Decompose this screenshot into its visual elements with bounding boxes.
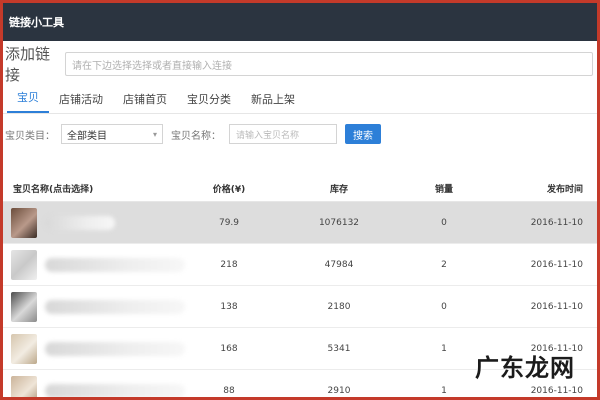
header-sales: 销量 bbox=[434, 184, 453, 195]
product-name-blurred bbox=[45, 257, 185, 272]
sales-cell: 1 bbox=[441, 343, 447, 354]
stock-cell: 1076132 bbox=[318, 217, 360, 228]
product-cell[interactable] bbox=[3, 291, 189, 322]
product-name-blurred bbox=[45, 383, 185, 397]
stock-cell: 5341 bbox=[327, 343, 351, 354]
product-cell[interactable] bbox=[3, 333, 189, 364]
product-cell[interactable] bbox=[3, 375, 189, 397]
date-cell: 2016-11-10 bbox=[530, 217, 583, 228]
stock-cell: 2910 bbox=[327, 385, 351, 396]
header-publish-date: 发布时间 bbox=[546, 184, 583, 195]
product-thumbnail bbox=[11, 207, 37, 238]
tab-new-arrivals[interactable]: 新品上架 bbox=[241, 91, 305, 113]
product-thumbnail bbox=[11, 291, 37, 322]
product-cell[interactable] bbox=[3, 249, 189, 280]
category-label: 宝贝类目： bbox=[5, 130, 55, 142]
category-select[interactable]: 全部类目 ▾ bbox=[61, 124, 163, 144]
chevron-down-icon: ▾ bbox=[152, 129, 157, 139]
item-name-placeholder: 请输入宝贝名称 bbox=[236, 130, 300, 141]
product-cell[interactable] bbox=[3, 207, 189, 238]
table-row[interactable]: 218 47984 2 2016-11-10 bbox=[3, 244, 597, 286]
table-row[interactable]: 79.9 1076132 0 2016-11-10 bbox=[3, 202, 597, 244]
app-window: 链接小工具 添加链接 请在下边选择选择或者直接输入连接 宝贝 店铺活动 店铺首页… bbox=[3, 3, 597, 397]
price-cell: 218 bbox=[220, 259, 238, 270]
date-cell: 2016-11-10 bbox=[530, 259, 583, 270]
stock-cell: 2180 bbox=[327, 301, 351, 312]
tab-shop-home[interactable]: 店铺首页 bbox=[113, 91, 177, 113]
tab-bar: 宝贝 店铺活动 店铺首页 宝贝分类 新品上架 bbox=[3, 87, 597, 114]
sales-cell: 1 bbox=[441, 385, 447, 396]
add-link-section: 添加链接 请在下边选择选择或者直接输入连接 bbox=[3, 41, 597, 87]
product-name-blurred bbox=[45, 215, 115, 230]
price-cell: 138 bbox=[220, 301, 238, 312]
app-title: 链接小工具 bbox=[9, 16, 64, 29]
product-name-blurred bbox=[45, 299, 185, 314]
tab-items[interactable]: 宝贝 bbox=[7, 89, 49, 113]
link-input[interactable]: 请在下边选择选择或者直接输入连接 bbox=[65, 52, 593, 76]
header-price: 价格(¥) bbox=[212, 184, 246, 195]
filter-bar: 宝贝类目： 全部类目 ▾ 宝贝名称： 请输入宝贝名称 搜索 bbox=[3, 114, 597, 154]
product-thumbnail bbox=[11, 333, 37, 364]
sales-cell: 0 bbox=[441, 217, 447, 228]
header-stock: 库存 bbox=[329, 184, 348, 195]
price-cell: 168 bbox=[220, 343, 238, 354]
watermark: 广东龙网 bbox=[475, 354, 575, 382]
header-item-name: 宝贝名称(点击选择) bbox=[13, 184, 94, 195]
tab-shop-events[interactable]: 店铺活动 bbox=[49, 91, 113, 113]
link-input-placeholder: 请在下边选择选择或者直接输入连接 bbox=[72, 60, 232, 72]
price-cell: 88 bbox=[223, 385, 235, 396]
product-thumbnail bbox=[11, 249, 37, 280]
tab-item-categories[interactable]: 宝贝分类 bbox=[177, 91, 241, 113]
item-name-label: 宝贝名称： bbox=[171, 130, 221, 142]
date-cell: 2016-11-10 bbox=[530, 301, 583, 312]
sales-cell: 0 bbox=[441, 301, 447, 312]
price-cell: 79.9 bbox=[218, 217, 240, 228]
product-name-blurred bbox=[45, 341, 185, 356]
category-select-value: 全部类目 bbox=[67, 130, 107, 142]
date-cell: 2016-11-10 bbox=[530, 385, 583, 396]
table-row[interactable]: 138 2180 0 2016-11-10 bbox=[3, 286, 597, 328]
sales-cell: 2 bbox=[441, 259, 447, 270]
product-thumbnail bbox=[11, 375, 37, 397]
title-bar: 链接小工具 bbox=[3, 3, 597, 41]
search-button[interactable]: 搜索 bbox=[345, 124, 381, 144]
add-link-label: 添加链接 bbox=[5, 45, 51, 84]
table-header: 宝贝名称(点击选择) 价格(¥) 库存 销量 发布时间 bbox=[3, 175, 597, 202]
item-name-input[interactable]: 请输入宝贝名称 bbox=[229, 124, 337, 144]
stock-cell: 47984 bbox=[324, 259, 354, 270]
